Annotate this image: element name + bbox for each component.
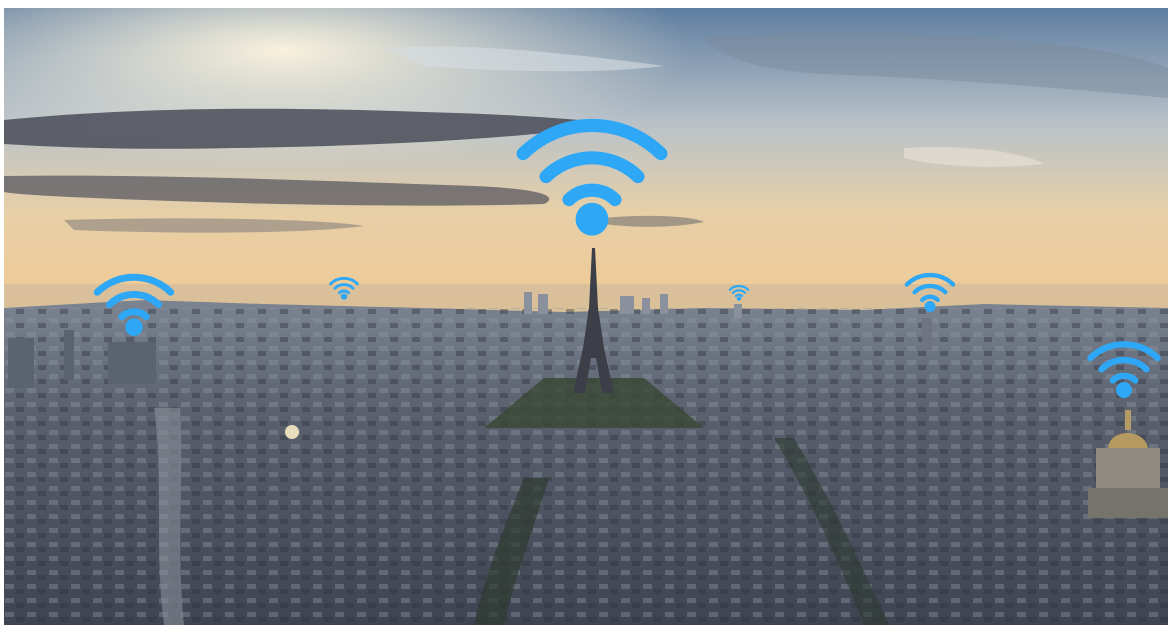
wifi-icon	[516, 118, 668, 236]
wifi-icon	[93, 273, 175, 336]
wifi-icon	[1087, 341, 1161, 398]
city-skyline-photo	[4, 8, 1168, 625]
sun-reflection	[285, 425, 299, 439]
wifi-icon	[329, 276, 359, 300]
wifi-icon	[904, 272, 956, 312]
photo-frame	[4, 8, 1168, 625]
wifi-icon	[728, 285, 750, 301]
